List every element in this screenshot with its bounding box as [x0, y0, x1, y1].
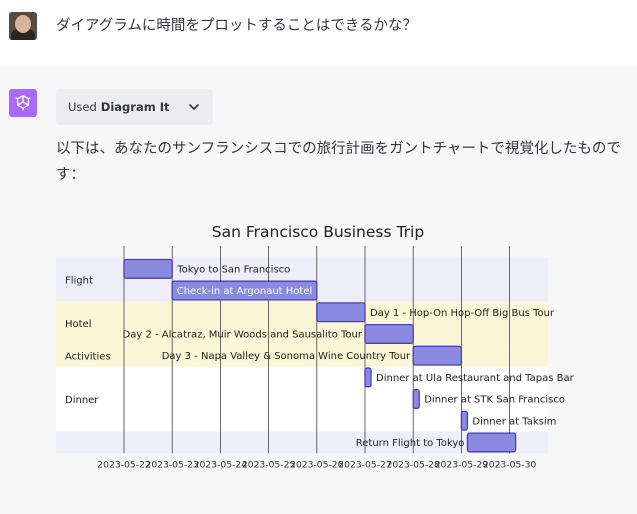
task-label: Dinner at STK San Francisco	[424, 395, 565, 406]
section-label: Dinner	[65, 395, 99, 406]
task-label: Tokyo to San Francisco	[176, 264, 290, 275]
x-tick-label: 2023-05-23	[145, 459, 199, 470]
assistant-message-text: 以下は、あなたのサンフランシスコでの旅行計画をガントチャートで視覚化したものです…	[56, 141, 621, 183]
task-bar	[316, 302, 366, 323]
gantt-chart: Tokyo to San Francisco Check-in at Argona…	[56, 223, 575, 470]
task-bar	[364, 367, 372, 388]
x-tick-label: 2023-05-26	[290, 459, 344, 470]
task-bar	[460, 410, 469, 431]
task-label: Check-in at Argonaut Hotel	[177, 286, 313, 297]
task-label: Day 1 - Hop-On Hop-Off Big Bus Tour	[370, 308, 555, 319]
x-tick-label: 2023-05-28	[386, 459, 440, 470]
chevron-down-icon	[189, 104, 199, 110]
task-label: Dinner at Ula Restaurant and Tapas Bar	[376, 373, 575, 384]
x-tick-label: 2023-05-24	[194, 459, 248, 470]
user-message-text: ダイアグラムに時間をプロットすることはできるかな？	[56, 18, 418, 34]
user-avatar	[9, 12, 37, 40]
openai-logo-icon	[15, 95, 31, 111]
task-bar	[412, 389, 420, 410]
task-label: Day 2 - Alcatraz, Muir Woods and Sausali…	[123, 329, 363, 340]
task-bar	[412, 345, 463, 366]
user-message-row: ダイアグラムに時間をプロットすることはできるかな？	[0, 0, 637, 66]
section-label: Activities	[65, 352, 111, 363]
plugin-name: Diagram It	[100, 100, 170, 114]
task-label: Day 3 - Napa Valley & Sonoma Wine Countr…	[162, 351, 411, 362]
section-label: Hotel	[65, 319, 92, 330]
task-label: Dinner at Taksim	[472, 416, 556, 427]
chart-title: San Francisco Business Trip	[212, 223, 424, 241]
task-bar	[123, 258, 173, 279]
x-tick-label: 2023-05-22	[97, 459, 150, 470]
task-bar	[466, 432, 517, 453]
x-tick-label: 2023-05-25	[242, 459, 296, 470]
plugin-used-toggle[interactable]: Used Diagram It	[56, 89, 213, 125]
x-tick-label: 2023-05-29	[435, 459, 489, 470]
task-bar	[364, 323, 414, 344]
assistant-avatar	[9, 89, 37, 117]
section-label: Flight	[65, 276, 93, 287]
plugin-prefix: Used	[68, 100, 97, 114]
x-tick-label: 2023-05-30	[483, 459, 537, 470]
x-tick-label: 2023-05-27	[338, 459, 392, 470]
x-axis-ticks: 2023-05-222023-05-232023-05-242023-05-25…	[97, 459, 536, 470]
task-label: Return Flight to Tokyo	[356, 438, 465, 449]
